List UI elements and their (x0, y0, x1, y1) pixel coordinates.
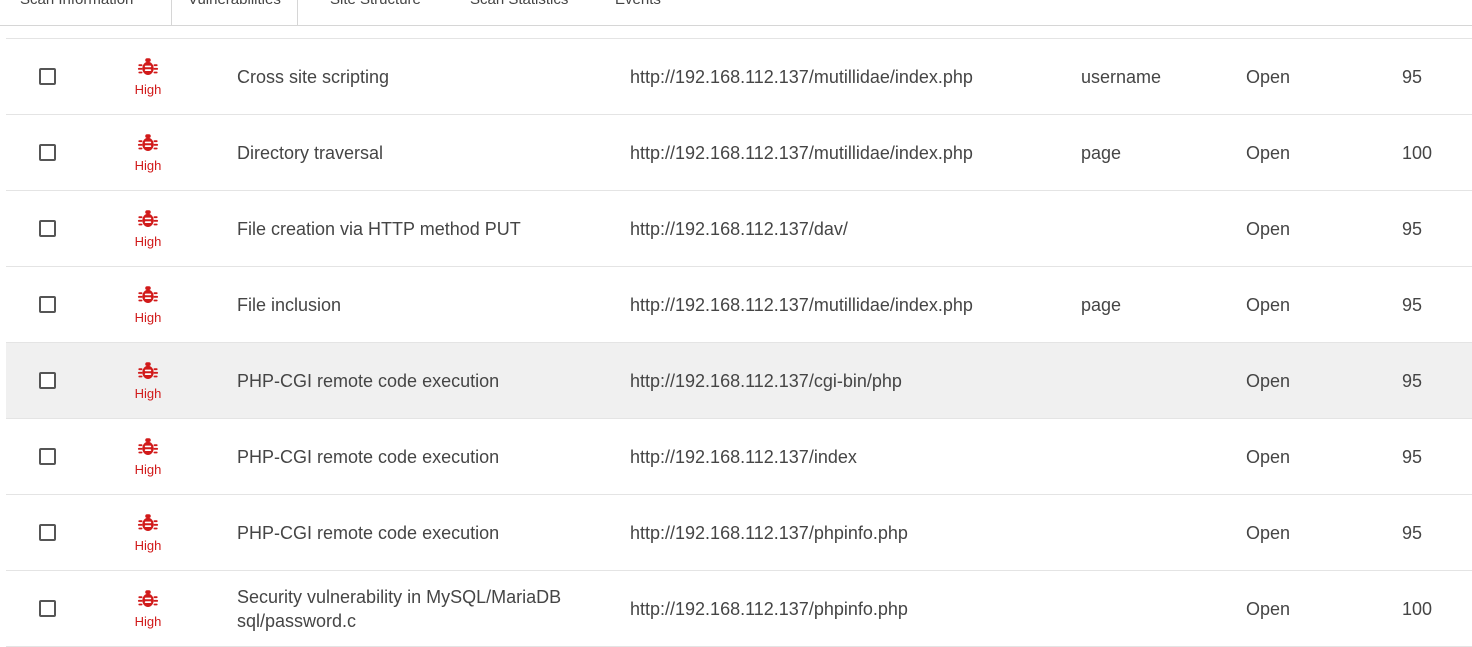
status: Open (1246, 370, 1291, 391)
affected-url: http://192.168.112.137/phpinfo.php (630, 522, 908, 543)
status: Open (1246, 522, 1291, 543)
vulnerabilities-table: High Cross site scripting http://192.168… (6, 38, 1472, 647)
tab-events[interactable]: Events (615, 0, 661, 10)
vulnerability-name[interactable]: Directory traversal (237, 115, 607, 190)
parameter (1081, 419, 1231, 494)
vulnerability-name[interactable]: PHP-CGI remote code execution (237, 343, 607, 418)
row-checkbox[interactable] (38, 372, 56, 389)
table-row[interactable]: High PHP-CGI remote code execution http:… (6, 495, 1472, 571)
affected-url: http://192.168.112.137/index (630, 446, 857, 467)
confidence: 95 (1402, 522, 1423, 543)
row-checkbox[interactable] (38, 68, 56, 85)
vulnerability-name[interactable]: Security vulnerability in MySQL/MariaDB … (237, 571, 607, 646)
affected-url: http://192.168.112.137/dav/ (630, 218, 848, 239)
confidence: 100 (1402, 598, 1433, 619)
parameter: username (1081, 66, 1162, 87)
row-checkbox[interactable] (38, 296, 56, 313)
severity-cell: High (118, 419, 178, 494)
severity-cell: High (118, 571, 178, 646)
confidence: 95 (1402, 218, 1423, 239)
row-checkbox[interactable] (38, 600, 56, 617)
tab-scan-statistics[interactable]: Scan Statistics (470, 0, 568, 10)
bug-icon (137, 361, 159, 379)
status: Open (1246, 142, 1291, 163)
affected-url: http://192.168.112.137/phpinfo.php (630, 598, 908, 619)
tab-vulnerabilities[interactable]: Vulnerabilities (171, 0, 298, 25)
vulnerability-name[interactable]: File inclusion (237, 267, 607, 342)
affected-url: http://192.168.112.137/mutillidae/index.… (630, 66, 973, 87)
row-select-cell (36, 191, 58, 266)
parameter: page (1081, 142, 1122, 163)
severity-label: High (134, 613, 162, 629)
parameter (1081, 571, 1231, 646)
status: Open (1246, 218, 1291, 239)
confidence: 95 (1402, 370, 1423, 391)
severity-label: High (134, 81, 162, 97)
table-row[interactable]: High File creation via HTTP method PUT h… (6, 191, 1472, 267)
confidence: 95 (1402, 294, 1423, 315)
bug-icon (137, 589, 159, 607)
row-select-cell (36, 343, 58, 418)
bug-icon (137, 285, 159, 303)
severity-cell: High (118, 343, 178, 418)
parameter: page (1081, 294, 1122, 315)
confidence: 95 (1402, 446, 1423, 467)
parameter (1081, 495, 1231, 570)
row-checkbox[interactable] (38, 448, 56, 465)
table-row[interactable]: High PHP-CGI remote code execution http:… (6, 343, 1472, 419)
vulnerability-name[interactable]: PHP-CGI remote code execution (237, 419, 607, 494)
status: Open (1246, 446, 1291, 467)
status: Open (1246, 598, 1291, 619)
parameter (1081, 343, 1231, 418)
confidence: 100 (1402, 142, 1433, 163)
severity-label: High (134, 157, 162, 173)
bug-icon (137, 133, 159, 151)
row-checkbox[interactable] (38, 524, 56, 541)
vulnerability-name[interactable]: File creation via HTTP method PUT (237, 191, 607, 266)
table-row[interactable]: High File inclusion http://192.168.112.1… (6, 267, 1472, 343)
tab-scan-information[interactable]: Scan Information (20, 0, 133, 10)
vulnerability-name[interactable]: PHP-CGI remote code execution (237, 495, 607, 570)
row-select-cell (36, 39, 58, 114)
severity-label: High (134, 461, 162, 477)
bug-icon (137, 57, 159, 75)
parameter (1081, 191, 1231, 266)
row-select-cell (36, 115, 58, 190)
bug-icon (137, 209, 159, 227)
status: Open (1246, 66, 1291, 87)
vulnerability-name[interactable]: Cross site scripting (237, 39, 607, 114)
severity-cell: High (118, 115, 178, 190)
severity-label: High (134, 385, 162, 401)
confidence: 95 (1402, 66, 1423, 87)
severity-label: High (134, 537, 162, 553)
row-checkbox[interactable] (38, 220, 56, 237)
severity-cell: High (118, 267, 178, 342)
table-row[interactable]: High PHP-CGI remote code execution http:… (6, 419, 1472, 495)
tab-site-structure[interactable]: Site Structure (330, 0, 421, 10)
severity-cell: High (118, 39, 178, 114)
severity-label: High (134, 233, 162, 249)
row-select-cell (36, 267, 58, 342)
row-select-cell (36, 495, 58, 570)
tab-bar: Scan Information Vulnerabilities Site St… (0, 0, 1472, 26)
table-row[interactable]: High Cross site scripting http://192.168… (6, 39, 1472, 115)
row-select-cell (36, 571, 58, 646)
bug-icon (137, 513, 159, 531)
table-row[interactable]: High Directory traversal http://192.168.… (6, 115, 1472, 191)
severity-label: High (134, 309, 162, 325)
status: Open (1246, 294, 1291, 315)
affected-url: http://192.168.112.137/mutillidae/index.… (630, 142, 973, 163)
bug-icon (137, 437, 159, 455)
severity-cell: High (118, 495, 178, 570)
severity-cell: High (118, 191, 178, 266)
row-checkbox[interactable] (38, 144, 56, 161)
affected-url: http://192.168.112.137/cgi-bin/php (630, 370, 902, 391)
row-select-cell (36, 419, 58, 494)
affected-url: http://192.168.112.137/mutillidae/index.… (630, 294, 973, 315)
